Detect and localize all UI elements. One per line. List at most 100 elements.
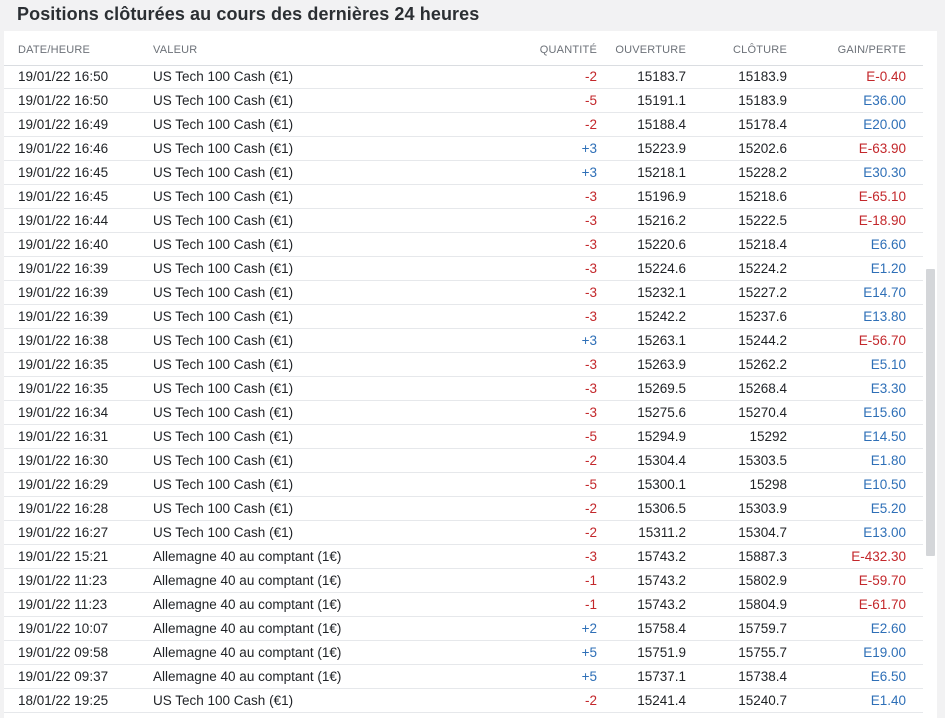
table-row[interactable]: 19/01/22 16:39 US Tech 100 Cash (€1) -3 152… (4, 257, 923, 281)
cell-date: 19/01/22 16:39 (18, 285, 109, 300)
cell-quantity: -3 (584, 285, 597, 300)
cell-quantity: -3 (584, 405, 597, 420)
scrollbar[interactable] (923, 31, 937, 718)
table-row[interactable]: 19/01/22 16:45 US Tech 100 Cash (€1) +3 152… (4, 161, 923, 185)
cell-date: 19/01/22 16:39 (18, 261, 109, 276)
cell-profit-loss: E3.30 (870, 381, 906, 396)
column-header-date[interactable]: DATE/HEURE (18, 44, 90, 56)
table-row[interactable]: 19/01/22 16:49 US Tech 100 Cash (€1) -2 151… (4, 113, 923, 137)
column-header-profit-loss[interactable]: GAIN/PERTE (838, 44, 906, 56)
cell-close: 15887.3 (738, 549, 787, 564)
cell-date: 19/01/22 16:27 (18, 525, 109, 540)
table-header: DATE/HEURE VALEUR QUANTITÉ OUVERTURE CLÔ… (4, 31, 923, 66)
cell-value: Allemagne 40 au comptant (1€) (153, 549, 342, 564)
table-row[interactable]: 19/01/22 16:29 US Tech 100 Cash (€1) -5 153… (4, 473, 923, 497)
cell-quantity: -2 (584, 501, 597, 516)
cell-open: 15218.1 (637, 165, 686, 180)
table-row[interactable]: 19/01/22 16:44 US Tech 100 Cash (€1) -3 152… (4, 209, 923, 233)
cell-value: Allemagne 40 au comptant (1€) (153, 573, 342, 588)
cell-profit-loss: E-61.70 (858, 597, 906, 612)
cell-value: US Tech 100 Cash (€1) (153, 429, 294, 444)
cell-date: 19/01/22 16:38 (18, 333, 109, 348)
cell-quantity: -3 (584, 309, 597, 324)
table-row[interactable]: 19/01/22 11:23 Allemagne 40 au comptant (… (4, 569, 923, 593)
cell-date: 19/01/22 11:23 (18, 573, 108, 588)
table-row[interactable]: 19/01/22 16:28 US Tech 100 Cash (€1) -2 153… (4, 497, 923, 521)
cell-date: 19/01/22 16:28 (18, 501, 109, 516)
table-row[interactable]: 19/01/22 16:35 US Tech 100 Cash (€1) -3 152… (4, 353, 923, 377)
cell-quantity: -3 (584, 213, 597, 228)
cell-close: 15218.6 (738, 189, 787, 204)
cell-close: 15268.4 (738, 381, 787, 396)
table-row[interactable]: 19/01/22 16:39 US Tech 100 Cash (€1) -3 152… (4, 305, 923, 329)
cell-value: US Tech 100 Cash (€1) (153, 477, 294, 492)
cell-open: 15743.2 (637, 597, 686, 612)
table-row[interactable]: 19/01/22 16:50 US Tech 100 Cash (€1) -2 151… (4, 65, 923, 89)
cell-profit-loss: E1.80 (870, 453, 906, 468)
cell-close: 15183.9 (738, 69, 787, 84)
cell-value: US Tech 100 Cash (€1) (153, 189, 294, 204)
cell-close: 15224.2 (738, 261, 787, 276)
cell-close: 15755.7 (738, 645, 787, 660)
table-row[interactable]: 19/01/22 16:27 US Tech 100 Cash (€1) -2 153… (4, 521, 923, 545)
cell-quantity: +3 (581, 165, 597, 180)
cell-open: 15275.6 (637, 405, 686, 420)
table-row[interactable]: 19/01/22 11:23 Allemagne 40 au comptant (… (4, 593, 923, 617)
table-row[interactable]: 18/01/22 19:25 US Tech 100 Cash (€1) -2 152… (4, 689, 923, 713)
table-row[interactable]: 19/01/22 09:58 Allemagne 40 au comptant (… (4, 641, 923, 665)
cell-open: 15241.4 (637, 693, 686, 708)
table-row[interactable]: 19/01/22 16:35 US Tech 100 Cash (€1) -3 152… (4, 377, 923, 401)
cell-quantity: +2 (581, 621, 597, 636)
table-row[interactable]: 19/01/22 16:31 US Tech 100 Cash (€1) -5 152… (4, 425, 923, 449)
cell-value: Allemagne 40 au comptant (1€) (153, 645, 342, 660)
table-row[interactable]: 19/01/22 16:39 US Tech 100 Cash (€1) -3 152… (4, 281, 923, 305)
cell-value: US Tech 100 Cash (€1) (153, 213, 294, 228)
cell-close: 15178.4 (738, 117, 787, 132)
cell-profit-loss: E2.60 (870, 621, 906, 636)
cell-date: 19/01/22 16:46 (18, 141, 109, 156)
scrollbar-thumb[interactable] (926, 269, 935, 556)
cell-quantity: +3 (581, 333, 597, 348)
table-row[interactable]: 19/01/22 16:34 US Tech 100 Cash (€1) -3 152… (4, 401, 923, 425)
table-row[interactable]: 19/01/22 16:45 US Tech 100 Cash (€1) -3 151… (4, 185, 923, 209)
table-row[interactable]: 19/01/22 15:21 Allemagne 40 au comptant (… (4, 545, 923, 569)
cell-close: 15244.2 (738, 333, 787, 348)
cell-profit-loss: E5.10 (870, 357, 906, 372)
table-row[interactable]: 19/01/22 16:38 US Tech 100 Cash (€1) +3 152… (4, 329, 923, 353)
cell-open: 15263.1 (637, 333, 686, 348)
table-row[interactable]: 19/01/22 16:46 US Tech 100 Cash (€1) +3 152… (4, 137, 923, 161)
table-row[interactable]: 19/01/22 10:07 Allemagne 40 au comptant (… (4, 617, 923, 641)
cell-profit-loss: E30.30 (863, 165, 906, 180)
cell-date: 19/01/22 16:40 (18, 237, 109, 252)
cell-open: 15224.6 (637, 261, 686, 276)
column-header-open[interactable]: OUVERTURE (615, 44, 686, 56)
positions-table-body: 19/01/22 16:50 US Tech 100 Cash (€1) -2 151… (4, 65, 923, 713)
table-row[interactable]: 19/01/22 09:37 Allemagne 40 au comptant (… (4, 665, 923, 689)
cell-profit-loss: E5.20 (870, 501, 906, 516)
table-row[interactable]: 19/01/22 16:30 US Tech 100 Cash (€1) -2 153… (4, 449, 923, 473)
table-row[interactable]: 19/01/22 16:50 US Tech 100 Cash (€1) -5 151… (4, 89, 923, 113)
cell-date: 19/01/22 16:45 (18, 165, 109, 180)
cell-quantity: -3 (584, 189, 597, 204)
cell-value: US Tech 100 Cash (€1) (153, 117, 294, 132)
cell-date: 19/01/22 11:23 (18, 597, 108, 612)
cell-open: 15223.9 (637, 141, 686, 156)
column-header-quantity[interactable]: QUANTITÉ (540, 44, 597, 56)
cell-quantity: +5 (581, 669, 597, 684)
column-header-value[interactable]: VALEUR (153, 44, 197, 56)
table-row[interactable]: 19/01/22 16:40 US Tech 100 Cash (€1) -3 152… (4, 233, 923, 257)
cell-close: 15270.4 (738, 405, 787, 420)
cell-quantity: -3 (584, 237, 597, 252)
cell-value: US Tech 100 Cash (€1) (153, 381, 294, 396)
cell-open: 15294.9 (637, 429, 686, 444)
cell-value: US Tech 100 Cash (€1) (153, 501, 294, 516)
cell-close: 15759.7 (738, 621, 787, 636)
cell-profit-loss: E14.70 (863, 285, 906, 300)
cell-profit-loss: E6.50 (870, 669, 906, 684)
cell-close: 15237.6 (738, 309, 787, 324)
cell-profit-loss: E1.40 (870, 693, 906, 708)
cell-profit-loss: E-0.40 (866, 69, 906, 84)
column-header-close[interactable]: CLÔTURE (733, 44, 787, 56)
cell-profit-loss: E20.00 (863, 117, 906, 132)
cell-quantity: -3 (584, 549, 597, 564)
